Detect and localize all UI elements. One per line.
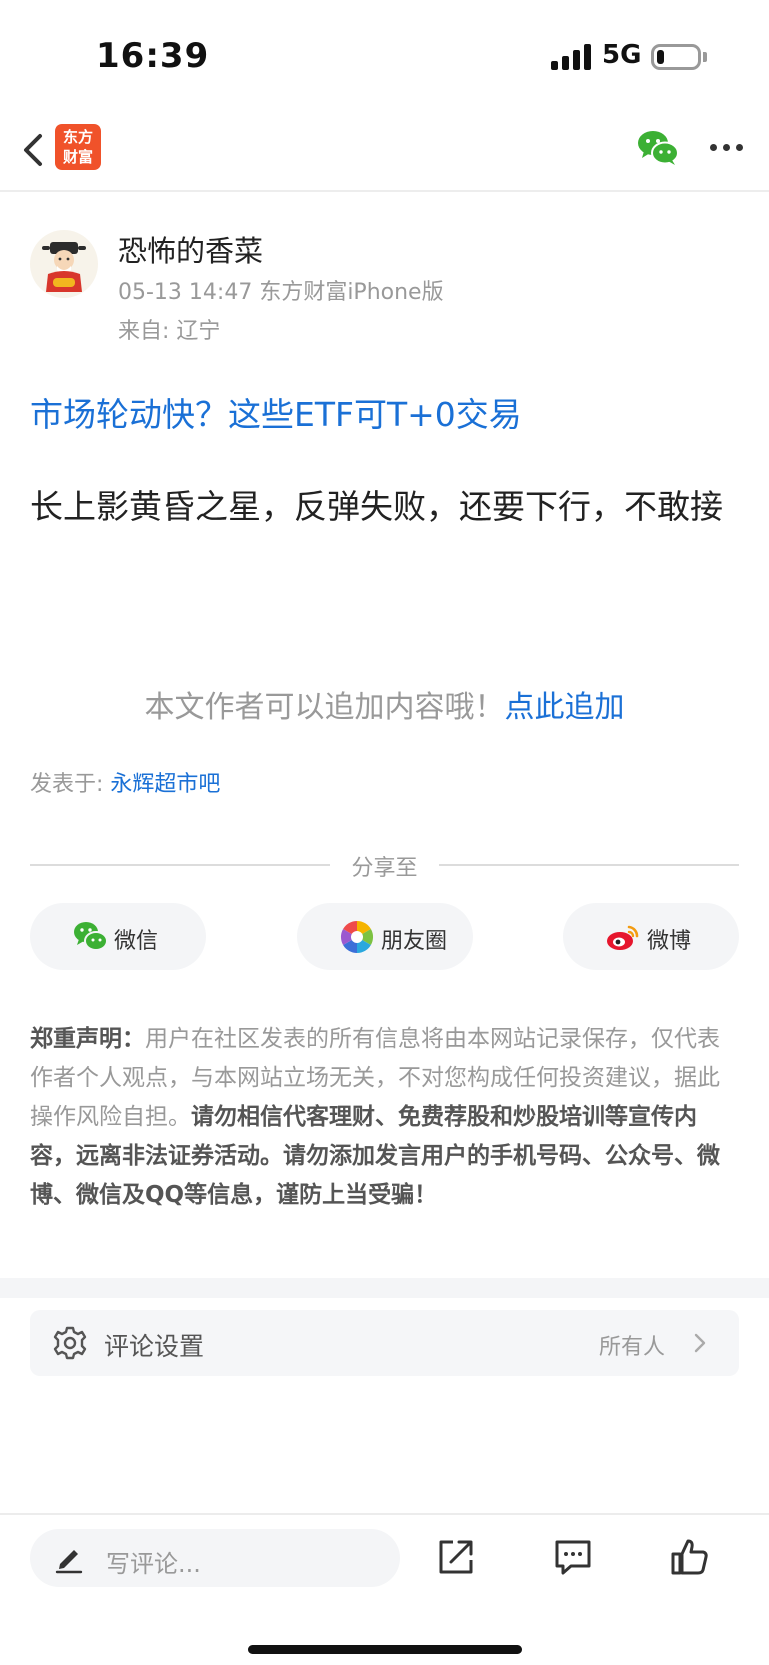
- share-moments-button[interactable]: 朋友圈: [297, 903, 473, 970]
- share-external-icon[interactable]: [436, 1537, 476, 1577]
- more-icon[interactable]: [710, 144, 744, 154]
- logo-line-2: 财富: [62, 148, 93, 166]
- network-type: 5G: [602, 40, 642, 70]
- append-content-prompt: 本文作者可以追加内容哦！点此追加: [0, 682, 769, 726]
- comment-placeholder: 写评论...: [106, 1550, 201, 1578]
- author-name[interactable]: 恐怖的香菜: [118, 228, 263, 270]
- back-icon[interactable]: [16, 126, 56, 174]
- related-article-link[interactable]: 市场轮动快？这些ETF可T+0交易: [30, 388, 522, 436]
- status-bar: 16:39 5G: [0, 0, 769, 110]
- append-content-link[interactable]: 点此追加: [505, 690, 625, 725]
- forum-bar-link[interactable]: 永辉超市吧: [110, 772, 220, 797]
- posted-in: 发表于: 永辉超市吧: [30, 766, 220, 798]
- post-location: 来自: 辽宁: [118, 319, 221, 344]
- status-time: 16:39: [96, 36, 210, 76]
- fortune-god-avatar-icon: [42, 242, 86, 292]
- comment-input[interactable]: 写评论...: [30, 1529, 400, 1587]
- gear-icon: [53, 1326, 87, 1360]
- author-info: 恐怖的香菜 05-13 14:47 东方财富iPhone版 来自: 辽宁: [30, 228, 730, 348]
- battery-cap: [703, 52, 707, 62]
- battery-icon: [651, 44, 701, 70]
- append-prompt-text: 本文作者可以追加内容哦！: [144, 690, 505, 725]
- avatar[interactable]: [30, 230, 98, 298]
- weibo-icon: [607, 925, 639, 950]
- share-moments-label: 朋友圈: [381, 929, 448, 954]
- comment-settings-value: 所有人: [598, 1335, 665, 1360]
- share-weibo-button[interactable]: 微博: [563, 903, 739, 970]
- app-logo[interactable]: 东方 财富: [55, 124, 101, 170]
- logo-line-1: 东方: [62, 128, 93, 146]
- share-wechat-label: 微信: [114, 929, 159, 954]
- nav-bar: 东方 财富: [0, 110, 769, 192]
- comment-settings-row[interactable]: 评论设置 所有人: [30, 1310, 739, 1376]
- comment-settings-label: 评论设置: [104, 1332, 205, 1361]
- post-body: 长上影黄昏之星，反弹失败，还要下行，不敢接: [30, 487, 723, 526]
- disclaimer: 郑重声明：用户在社区发表的所有信息将由本网站记录保存，仅代表作者个人观点，与本网…: [30, 1020, 742, 1215]
- share-weibo-label: 微博: [647, 929, 692, 954]
- share-wechat-button[interactable]: 微信: [30, 903, 206, 970]
- chevron-right-icon: [694, 1333, 706, 1353]
- moments-aperture-icon: [340, 920, 374, 954]
- signal-strength-icon: [551, 44, 595, 70]
- section-separator: [0, 1278, 769, 1298]
- home-indicator: [248, 1645, 522, 1654]
- posted-in-label: 发表于:: [30, 772, 111, 797]
- like-thumbs-up-icon[interactable]: [670, 1537, 710, 1577]
- pen-icon: [55, 1550, 83, 1574]
- disclaimer-heading: 郑重声明：: [30, 1026, 145, 1052]
- post-meta: 05-13 14:47 东方财富iPhone版: [118, 280, 444, 305]
- share-title: 分享至: [351, 856, 418, 881]
- comment-bubble-icon[interactable]: [553, 1537, 593, 1577]
- wechat-share-icon[interactable]: [636, 128, 680, 168]
- wechat-icon: [74, 922, 108, 951]
- bottom-action-bar: 写评论...: [0, 1513, 769, 1665]
- share-divider: 分享至: [30, 850, 739, 881]
